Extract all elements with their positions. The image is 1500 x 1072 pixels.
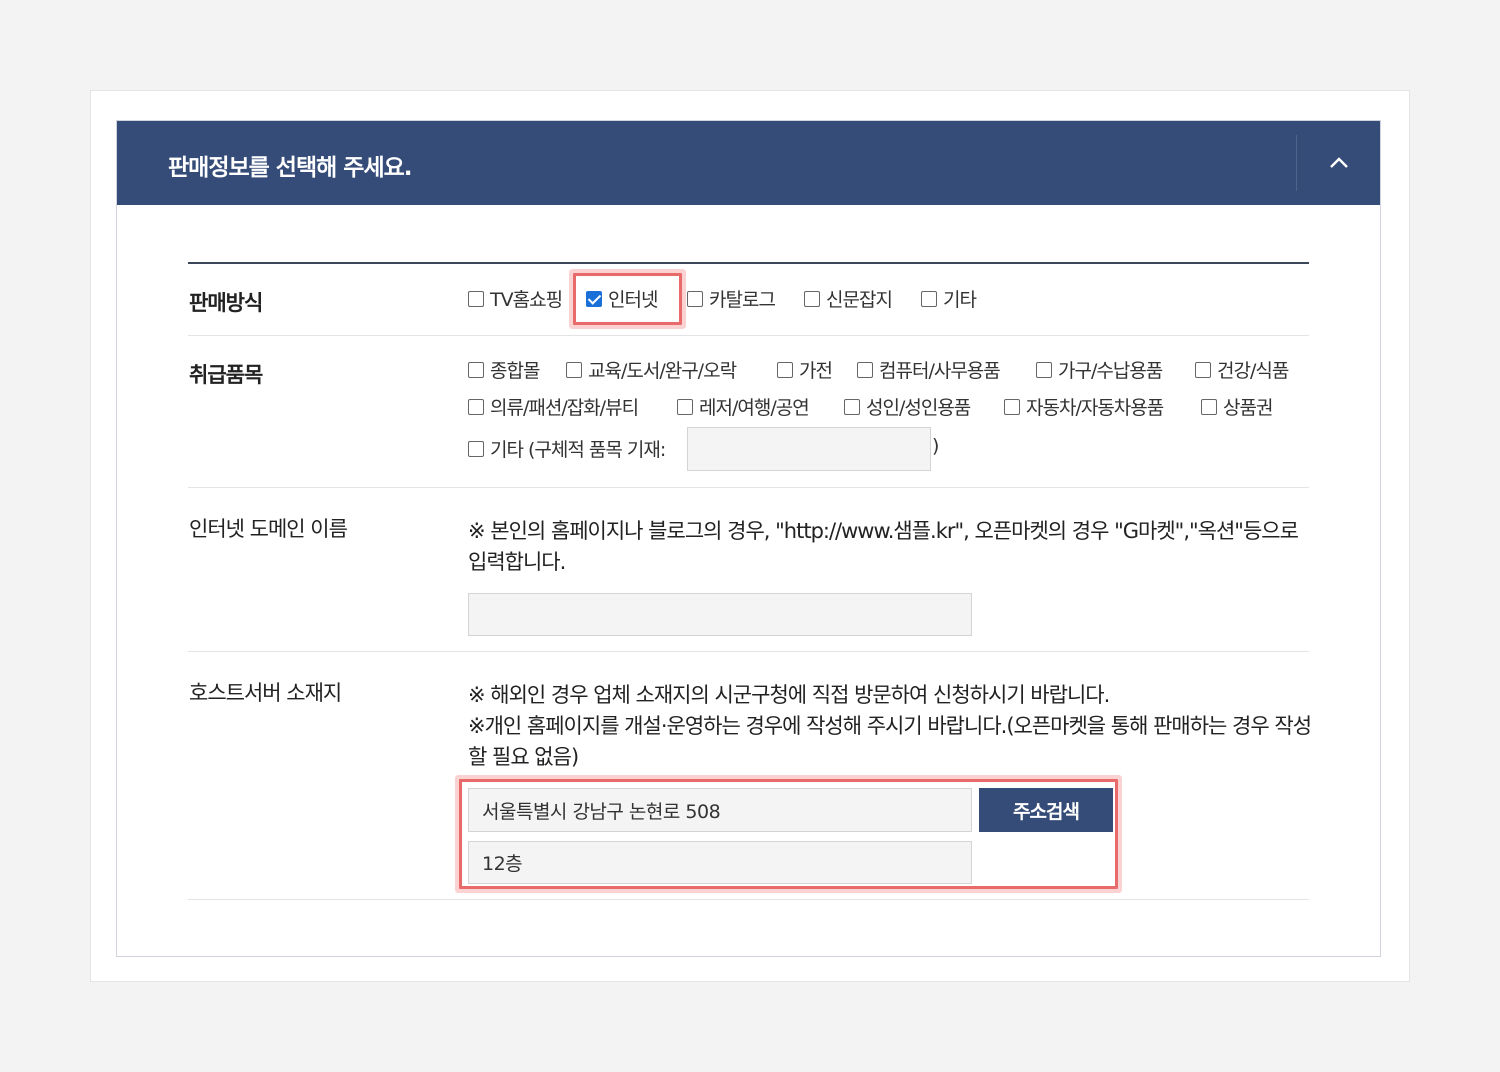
item-health-food[interactable]: 건강/식품 bbox=[1195, 356, 1289, 383]
panel-header: 판매정보를 선택해 주세요. bbox=[117, 121, 1380, 205]
item-adult-products[interactable]: 성인/성인용품 bbox=[844, 393, 971, 420]
row-divider bbox=[188, 899, 1309, 900]
option-newspaper-magazine[interactable]: 신문잡지 bbox=[804, 285, 893, 312]
item-etc-input[interactable] bbox=[687, 427, 931, 471]
sales-method-label: 판매방식 bbox=[189, 291, 263, 315]
item-furniture-storage[interactable]: 가구/수납용품 bbox=[1036, 356, 1163, 383]
item-automobile[interactable]: 자동차/자동차용품 bbox=[1004, 393, 1164, 420]
row-divider bbox=[188, 651, 1309, 652]
checkbox[interactable] bbox=[921, 290, 937, 307]
checkbox[interactable] bbox=[777, 361, 793, 378]
domain-input[interactable] bbox=[468, 593, 972, 636]
checkbox[interactable] bbox=[677, 398, 693, 415]
checkbox[interactable] bbox=[844, 398, 860, 415]
item-gift-certificate[interactable]: 상품권 bbox=[1201, 393, 1273, 420]
host-notice-1: ※ 해외인 경우 업체 소재지의 시군구청에 직접 방문하여 신청하시기 바랍니… bbox=[468, 683, 1110, 707]
chevron-up-icon bbox=[1329, 157, 1348, 168]
domain-notice: ※ 본인의 홈페이지나 블로그의 경우, "http://www.샘플.kr",… bbox=[468, 519, 1299, 574]
sales-info-panel: 판매정보를 선택해 주세요. 판매방식 TV홈쇼핑 인터넷 카탈로그 신문잡지 … bbox=[116, 120, 1381, 957]
item-computer-office[interactable]: 컴퓨터/사무용품 bbox=[857, 356, 1001, 383]
panel-title: 판매정보를 선택해 주세요. bbox=[168, 155, 413, 181]
checkbox[interactable] bbox=[857, 361, 873, 378]
option-tv-homeshopping[interactable]: TV홈쇼핑 bbox=[468, 285, 563, 312]
checkbox[interactable] bbox=[1004, 398, 1020, 415]
item-education-books-toys[interactable]: 교육/도서/완구/오락 bbox=[566, 356, 737, 383]
checkbox-checked[interactable] bbox=[586, 290, 602, 307]
option-internet[interactable]: 인터넷 bbox=[586, 285, 658, 312]
address-search-button[interactable]: 주소검색 bbox=[979, 788, 1113, 832]
checkbox[interactable] bbox=[468, 440, 484, 457]
checkbox[interactable] bbox=[468, 398, 484, 415]
checkbox[interactable] bbox=[804, 290, 820, 307]
item-appliances[interactable]: 가전 bbox=[777, 356, 833, 383]
address-detail-input[interactable]: 12층 bbox=[468, 841, 972, 884]
checkbox[interactable] bbox=[566, 361, 582, 378]
form-top-divider bbox=[188, 262, 1309, 264]
checkbox[interactable] bbox=[1201, 398, 1217, 415]
item-etc-close-paren: ) bbox=[932, 435, 939, 457]
row-divider bbox=[188, 335, 1309, 336]
checkbox[interactable] bbox=[687, 290, 703, 307]
option-catalog[interactable]: 카탈로그 bbox=[687, 285, 776, 312]
option-etc[interactable]: 기타 bbox=[921, 285, 977, 312]
domain-label: 인터넷 도메인 이름 bbox=[189, 517, 348, 541]
address-input[interactable]: 서울특별시 강남구 논현로 508 bbox=[468, 788, 972, 832]
items-label: 취급품목 bbox=[189, 363, 263, 387]
checkbox[interactable] bbox=[468, 361, 484, 378]
checkbox[interactable] bbox=[1036, 361, 1052, 378]
host-notice-2: ※개인 홈페이지를 개설·운영하는 경우에 작성해 주시기 바랍니다.(오픈마켓… bbox=[468, 714, 1312, 769]
item-clothing-fashion-beauty[interactable]: 의류/패션/잡화/뷰티 bbox=[468, 393, 639, 420]
item-leisure-travel-performance[interactable]: 레저/여행/공연 bbox=[677, 393, 810, 420]
row-divider bbox=[188, 487, 1309, 488]
checkbox[interactable] bbox=[1195, 361, 1211, 378]
checkbox[interactable] bbox=[468, 290, 484, 307]
item-general-mall[interactable]: 종합몰 bbox=[468, 356, 540, 383]
item-etc[interactable]: 기타 (구체적 품목 기재: bbox=[468, 435, 666, 462]
collapse-button[interactable] bbox=[1297, 121, 1380, 205]
host-label: 호스트서버 소재지 bbox=[189, 681, 342, 705]
